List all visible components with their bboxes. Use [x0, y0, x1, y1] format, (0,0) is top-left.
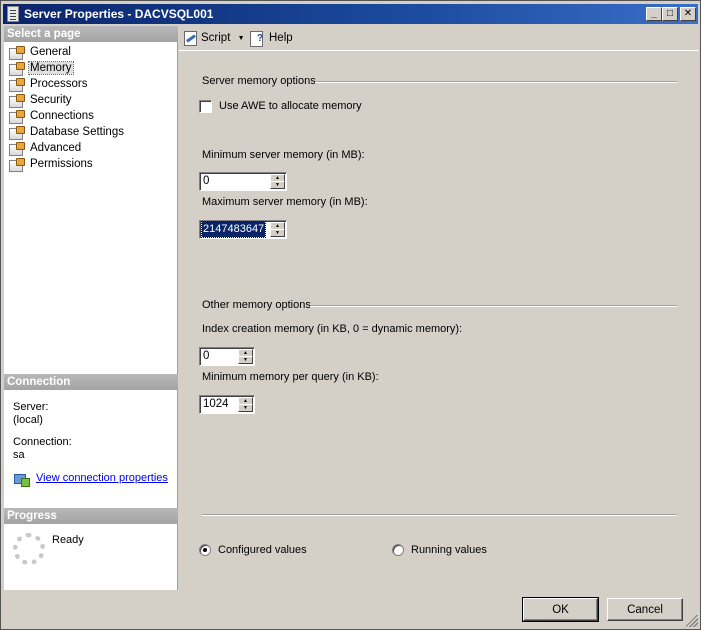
page-item-database-settings[interactable]: Database Settings — [7, 124, 175, 140]
connection-properties-icon — [13, 472, 30, 487]
connection-label: Connection: — [13, 436, 72, 448]
progress-status: Ready — [52, 534, 84, 546]
progress-header: Progress — [4, 508, 178, 524]
left-pane: Select a page General Memory Processors … — [4, 26, 178, 590]
progress-spinner-icon — [13, 533, 45, 565]
title-bar[interactable]: Server Properties - DACVSQL001 _ □ ✕ — [3, 4, 698, 24]
dropdown-arrow-icon: ▼ — [237, 35, 245, 42]
page-list: General Memory Processors Security Conne… — [7, 44, 175, 172]
document-icon — [7, 6, 19, 22]
toolbar: Script ▼ Help — [179, 26, 699, 50]
index-memory-stepper: ▲ ▼ — [199, 347, 255, 366]
maximize-button[interactable]: □ — [662, 7, 678, 21]
min-memory-spin-buttons: ▲ ▼ — [270, 174, 285, 189]
view-connection-properties-link[interactable]: View connection properties — [36, 472, 168, 484]
page-item-security[interactable]: Security — [7, 92, 175, 108]
min-memory-input[interactable] — [202, 174, 268, 189]
page-item-label: Security — [30, 94, 72, 106]
max-memory-label: Maximum server memory (in MB): — [202, 196, 368, 208]
page-icon — [9, 62, 25, 76]
page-item-label: Database Settings — [30, 126, 124, 138]
min-memory-stepper: ▲ ▼ — [199, 172, 287, 191]
query-memory-spin-buttons: ▲ ▼ — [238, 397, 253, 412]
max-memory-stepper: 2147483647 ▲ ▼ — [199, 220, 287, 239]
other-memory-group-label: Other memory options — [202, 299, 311, 311]
page-item-label: General — [30, 46, 71, 58]
select-page-header: Select a page — [4, 26, 178, 42]
minimize-button[interactable]: _ — [646, 7, 662, 21]
max-memory-spin-buttons: ▲ ▼ — [270, 222, 285, 237]
page-icon — [9, 46, 25, 60]
min-memory-label: Minimum server memory (in MB): — [202, 149, 365, 161]
cancel-button[interactable]: Cancel — [607, 598, 683, 621]
page-icon — [9, 142, 25, 156]
page-item-advanced[interactable]: Advanced — [7, 140, 175, 156]
spin-down-button[interactable]: ▼ — [238, 404, 253, 412]
spin-down-button[interactable]: ▼ — [270, 229, 285, 237]
page-item-processors[interactable]: Processors — [7, 76, 175, 92]
awe-checkbox[interactable] — [199, 100, 212, 113]
index-memory-spin-buttons: ▲ ▼ — [238, 349, 253, 364]
group-divider — [310, 305, 677, 307]
page-item-permissions[interactable]: Permissions — [7, 156, 175, 172]
help-label: Help — [269, 32, 293, 44]
configured-values-radio[interactable] — [199, 544, 211, 556]
page-item-label: Permissions — [30, 158, 93, 170]
page-icon — [9, 126, 25, 140]
script-icon — [183, 31, 197, 46]
server-memory-group-label: Server memory options — [202, 75, 316, 87]
query-memory-input[interactable] — [202, 397, 236, 412]
running-values-radio[interactable] — [392, 544, 404, 556]
close-button[interactable]: ✕ — [680, 7, 696, 21]
ok-button[interactable]: OK — [522, 597, 599, 622]
page-item-label: Memory — [28, 61, 74, 75]
help-icon — [249, 30, 265, 47]
page-item-memory[interactable]: Memory — [7, 60, 175, 76]
page-icon — [9, 158, 25, 172]
connection-header: Connection — [4, 374, 178, 390]
server-label: Server: — [13, 401, 49, 413]
index-memory-input[interactable] — [202, 349, 236, 364]
page-item-general[interactable]: General — [7, 44, 175, 60]
query-memory-label: Minimum memory per query (in KB): — [202, 371, 379, 383]
max-memory-input[interactable]: 2147483647 — [201, 221, 266, 238]
page-item-label: Processors — [30, 78, 88, 90]
resize-grip-icon[interactable] — [686, 615, 698, 627]
query-memory-stepper: ▲ ▼ — [199, 395, 255, 414]
page-icon — [9, 78, 25, 92]
connection-value: sa — [13, 449, 25, 461]
group-divider — [315, 81, 677, 83]
awe-label: Use AWE to allocate memory — [219, 100, 362, 112]
spin-down-button[interactable]: ▼ — [270, 181, 285, 189]
script-label: Script — [201, 32, 231, 44]
page-icon — [9, 94, 25, 108]
script-button[interactable]: Script ▼ — [183, 30, 245, 46]
memory-page: Server memory options Use AWE to allocat… — [179, 50, 699, 590]
page-icon — [9, 110, 25, 124]
server-properties-window: Server Properties - DACVSQL001 _ □ ✕ Sel… — [0, 0, 701, 630]
page-item-label: Advanced — [30, 142, 82, 154]
page-item-label: Connections — [30, 110, 94, 122]
running-values-label: Running values — [411, 544, 487, 556]
page-item-connections[interactable]: Connections — [7, 108, 175, 124]
configured-values-label: Configured values — [218, 544, 307, 556]
index-memory-label: Index creation memory (in KB, 0 = dynami… — [202, 323, 463, 335]
window-title: Server Properties - DACVSQL001 — [24, 7, 214, 21]
spin-down-button[interactable]: ▼ — [238, 356, 253, 364]
server-value: (local) — [13, 414, 43, 426]
bottom-divider — [202, 514, 677, 516]
help-button[interactable]: Help — [249, 30, 293, 47]
